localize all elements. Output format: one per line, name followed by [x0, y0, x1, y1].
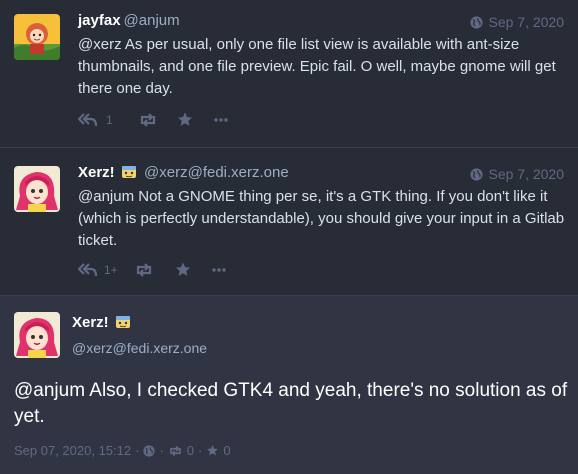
- star-icon[interactable]: [206, 444, 219, 457]
- display-name[interactable]: Xerz!: [72, 314, 109, 331]
- boost-icon: [136, 262, 152, 277]
- boost-button[interactable]: [138, 112, 176, 128]
- account-handle[interactable]: @anjum: [124, 12, 180, 29]
- account-handle[interactable]: @xerz@fedi.xerz.one: [72, 340, 207, 356]
- custom-emoji-icon: [121, 164, 137, 183]
- separator: ·: [159, 443, 164, 458]
- boost-icon: [140, 112, 156, 127]
- globe-icon: [470, 167, 484, 181]
- custom-emoji-icon: [115, 314, 131, 333]
- status-content: @xerz As per usual, only one file list v…: [78, 36, 556, 97]
- pink-hair-avatar-icon: [14, 166, 60, 212]
- timestamp-text: Sep 7, 2020: [488, 166, 564, 182]
- focal-date[interactable]: Sep 07, 2020, 15:12: [14, 443, 131, 458]
- reply-all-icon: [78, 262, 98, 276]
- status-header: Xerz! @xerz@fedi.xerz.one: [78, 164, 289, 183]
- sunflower-avatar-icon: [14, 14, 60, 60]
- separator: ·: [135, 443, 140, 458]
- avatar[interactable]: [14, 166, 60, 212]
- account-handle[interactable]: @xerz@fedi.xerz.one: [144, 164, 289, 181]
- timestamp[interactable]: Sep 7, 2020: [470, 166, 564, 182]
- focal-header: Xerz!: [72, 314, 131, 333]
- boost-icon[interactable]: [168, 445, 183, 457]
- focal-content: @anjum Also, I checked GTK4 and yeah, th…: [14, 380, 568, 427]
- reply-count: 1+: [104, 262, 118, 277]
- more-button[interactable]: [214, 117, 244, 122]
- status-actions: 1+: [78, 261, 242, 278]
- status-item[interactable]: Xerz! @xerz@fedi.xerz.one Sep 7, 2020 @a…: [0, 148, 578, 296]
- display-name[interactable]: Xerz!: [78, 164, 115, 181]
- boost-count: 0: [186, 443, 195, 458]
- more-button[interactable]: [212, 267, 242, 272]
- timestamp-text: Sep 7, 2020: [488, 14, 564, 30]
- display-name[interactable]: jayfax: [78, 12, 121, 29]
- favourite-button[interactable]: [176, 111, 214, 128]
- star-icon: [175, 262, 191, 276]
- separator: ·: [198, 443, 203, 458]
- status-header: jayfax @anjum: [78, 12, 180, 29]
- boost-button[interactable]: [134, 262, 174, 278]
- status-content: @anjum Not a GNOME thing per se, it's a …: [78, 188, 565, 249]
- status-actions: 1: [78, 111, 244, 128]
- reply-button[interactable]: 1: [78, 112, 138, 128]
- avatar[interactable]: [14, 312, 60, 358]
- focal-meta: Sep 07, 2020, 15:12 · · 0 · 0: [14, 443, 231, 458]
- reply-count: 1: [106, 112, 113, 127]
- ellipsis-icon: [212, 267, 226, 272]
- pink-hair-avatar-icon: [14, 312, 60, 358]
- avatar[interactable]: [14, 14, 60, 60]
- ellipsis-icon: [214, 117, 228, 122]
- reply-all-icon: [78, 112, 98, 126]
- globe-icon: [143, 444, 156, 457]
- star-icon: [177, 112, 193, 126]
- status-item[interactable]: jayfax @anjum Sep 7, 2020 @xerz As per us…: [0, 0, 578, 148]
- favourite-button[interactable]: [174, 261, 212, 278]
- reply-button[interactable]: 1+: [78, 262, 134, 278]
- favourite-count: 0: [223, 443, 231, 458]
- timestamp[interactable]: Sep 7, 2020: [470, 14, 564, 30]
- globe-icon: [470, 15, 484, 29]
